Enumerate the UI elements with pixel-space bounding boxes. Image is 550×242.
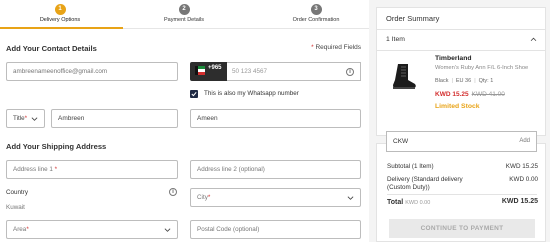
phone-country-code[interactable]: +965 xyxy=(190,62,227,81)
price-now: KWD 15.25 xyxy=(435,91,469,98)
address-line-2-field[interactable]: Address line 2 (optional) xyxy=(190,160,361,179)
address-line-2-placeholder: Address line 2 (optional) xyxy=(197,166,265,173)
step-number: 3 xyxy=(310,4,322,15)
check-icon xyxy=(191,91,197,97)
product-size: EU 36 xyxy=(455,78,472,84)
product-name[interactable]: Women's Ruby Ann F/L 6-Inch Shoe xyxy=(435,65,528,71)
phone-placeholder: 50 123 4567 xyxy=(232,68,268,75)
product-brand[interactable]: Timberland xyxy=(435,55,472,62)
phone-input[interactable]: 50 123 4567 i xyxy=(227,62,361,81)
step-label: Order Confirmation xyxy=(292,17,340,23)
chevron-down-icon xyxy=(347,196,354,200)
info-icon[interactable]: i xyxy=(346,68,354,76)
first-name-value: Ambreen xyxy=(58,115,85,122)
required-note-text: Required Fields xyxy=(315,44,361,51)
whatsapp-checkbox[interactable] xyxy=(190,90,198,98)
chevron-up-icon[interactable] xyxy=(530,37,537,42)
whatsapp-label: This is also my Whatsapp number xyxy=(204,90,299,97)
postal-code-field[interactable]: Postal Code (optional) xyxy=(190,220,361,239)
title-select[interactable]: Title* xyxy=(6,109,45,128)
city-select[interactable]: City* xyxy=(190,188,361,207)
step-order-confirmation[interactable]: 3 Order Confirmation xyxy=(261,4,371,23)
address-line-1-placeholder: Address line 1 * xyxy=(13,166,58,173)
first-name-field[interactable]: Ambreen xyxy=(51,109,178,128)
order-summary-title: Order Summary xyxy=(386,14,440,23)
coupon-add-button[interactable]: Add xyxy=(519,138,530,144)
step-progress-bar xyxy=(0,27,123,29)
divider xyxy=(387,194,537,195)
total-sub: KWD 0.00 xyxy=(405,200,431,206)
info-icon[interactable]: i xyxy=(169,188,177,196)
postal-code-placeholder: Postal Code (optional) xyxy=(197,226,260,233)
step-label: Delivery Options xyxy=(39,17,81,23)
continue-to-payment-button[interactable]: CONTINUE TO PAYMENT xyxy=(389,219,535,238)
required-fields-note: * Required Fields xyxy=(311,44,361,51)
subtotal-value: KWD 15.25 xyxy=(505,163,538,170)
delivery-label: Delivery (Standard delivery (Custom Duty… xyxy=(387,176,463,191)
chevron-down-icon xyxy=(31,117,38,121)
contact-section-title: Add Your Contact Details xyxy=(6,44,97,53)
product-color: Black xyxy=(435,78,449,84)
area-select[interactable]: Area* xyxy=(6,220,178,239)
email-placeholder: ambreenameenoffice@gmail.com xyxy=(13,68,108,75)
step-number: 2 xyxy=(178,4,190,15)
divider xyxy=(377,50,545,51)
step-label: Payment Details xyxy=(163,17,205,23)
divider xyxy=(377,29,545,30)
product-qty: Qty: 1 xyxy=(478,78,494,84)
chevron-down-icon xyxy=(164,228,171,232)
product-thumbnail[interactable] xyxy=(387,60,420,93)
item-count[interactable]: 1 Item xyxy=(386,36,405,43)
order-summary-card: Order Summary 1 Item Timberland Women's … xyxy=(376,7,546,136)
city-placeholder: City* xyxy=(197,194,211,201)
last-name-value: Ameen xyxy=(197,115,218,122)
product-attributes: Black | EU 36 | Qty: 1 xyxy=(435,78,494,84)
phone-code-text: +965 xyxy=(208,65,222,71)
last-name-field[interactable]: Ameen xyxy=(190,109,361,128)
step-delivery-options[interactable]: 1 Delivery Options xyxy=(5,4,115,23)
shipping-section-title: Add Your Shipping Address xyxy=(6,142,107,151)
checkout-form: 1 Delivery Options 2 Payment Details 3 O… xyxy=(0,0,369,242)
title-select-label: Title* xyxy=(13,115,28,122)
delivery-value: KWD 0.00 xyxy=(509,176,538,183)
coupon-input[interactable]: CKW Add xyxy=(386,131,537,152)
area-placeholder: Area* xyxy=(13,226,29,233)
flag-stripe xyxy=(195,66,198,75)
product-price: KWD 15.25 KWD 41.00 xyxy=(435,91,505,98)
total-value: KWD 15.25 xyxy=(501,198,538,205)
address-line-1-field[interactable]: Address line 1 * xyxy=(6,160,178,179)
country-label: Country xyxy=(6,189,29,196)
total-label: Total KWD 0.00 xyxy=(387,199,431,206)
price-was: KWD 41.00 xyxy=(471,91,505,98)
coupon-code: CKW xyxy=(393,138,409,145)
limited-stock-badge: Limited Stock xyxy=(435,103,480,110)
subtotal-label: Subtotal (1 Item) xyxy=(387,163,434,170)
step-payment-details[interactable]: 2 Payment Details xyxy=(129,4,239,23)
step-number: 1 xyxy=(54,4,66,15)
checkout-stepper: 1 Delivery Options 2 Payment Details 3 O… xyxy=(0,0,369,29)
country-value: Kuwait xyxy=(6,204,25,211)
email-field[interactable]: ambreenameenoffice@gmail.com xyxy=(6,62,178,81)
